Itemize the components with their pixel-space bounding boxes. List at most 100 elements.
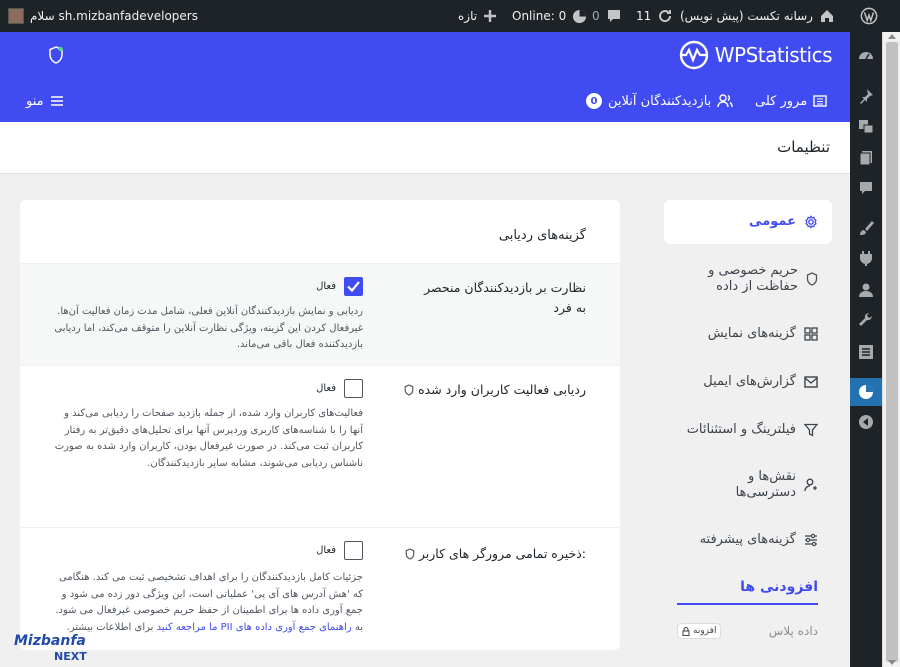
setting-row-user-tracking: ردیابی فعالیت کاربران وارد شده فعال فعال… bbox=[20, 365, 620, 493]
menu-tools[interactable] bbox=[850, 306, 882, 334]
menu-settings[interactable] bbox=[850, 338, 882, 366]
settings-sidenav: عمومی حریم خصوصی و حفاظت از داده گزینه‌ه… bbox=[664, 200, 832, 564]
home-icon bbox=[820, 10, 833, 22]
comments-link[interactable]: 0 bbox=[592, 0, 622, 32]
user-roles-icon bbox=[804, 478, 817, 492]
watermark-line1: Mizbanfa bbox=[14, 633, 86, 649]
site-name-link[interactable]: رسانه تکست (پیش نویس) bbox=[680, 0, 835, 32]
comments-icon bbox=[860, 182, 872, 194]
page-scrollbar[interactable] bbox=[882, 32, 900, 667]
menu-media[interactable] bbox=[850, 112, 882, 140]
sliders-icon bbox=[805, 533, 817, 547]
shield-icon bbox=[404, 384, 414, 396]
menu-plugins[interactable] bbox=[850, 244, 882, 272]
comment-icon bbox=[607, 10, 620, 22]
wordpress-logo-button[interactable] bbox=[856, 0, 882, 32]
collapse-icon bbox=[859, 415, 873, 429]
plugin-icon bbox=[860, 251, 872, 266]
setting-description-online: ردیابی و نمایش بازدیدکنندگان آنلاین فعلی… bbox=[54, 306, 363, 350]
site-name: رسانه تکست (پیش نویس) bbox=[680, 9, 813, 23]
page-title-bar: تنظیمات bbox=[0, 122, 850, 174]
updates-count: 11 bbox=[636, 9, 652, 23]
sidenav-item-display[interactable]: گزینه‌های نمایش bbox=[664, 310, 832, 358]
online-visitors-badge: 0 bbox=[586, 93, 602, 109]
new-content-link[interactable]: تازه bbox=[458, 0, 497, 32]
tracking-options-card: گزینه‌های ردیابی نظارت بر بازدیدکنندگان … bbox=[20, 200, 620, 650]
card-title: گزینه‌های ردیابی bbox=[498, 228, 586, 243]
shield-icon bbox=[806, 272, 818, 286]
sidenav-item-advanced[interactable]: گزینه‌های پیشرفته bbox=[664, 516, 832, 564]
sidenav-item-filtering[interactable]: فیلترینگ و استثنائات bbox=[664, 406, 832, 454]
checkbox-box[interactable] bbox=[344, 277, 363, 296]
pii-guide-link[interactable]: راهنمای جمع آوری داده های PII ما مراجعه … bbox=[157, 622, 352, 633]
checkbox-label: فعال bbox=[316, 281, 336, 292]
admin-menu bbox=[844, 32, 882, 667]
checkbox-label: فعال bbox=[316, 545, 336, 556]
scroll-thumb[interactable] bbox=[886, 42, 898, 662]
updates-icon bbox=[659, 10, 672, 23]
menu-posts[interactable] bbox=[850, 82, 882, 110]
sidenav-label-display: گزینه‌های نمایش bbox=[707, 326, 796, 341]
sidenav-item-roles[interactable]: نقش‌ها و دسترسی‌ها bbox=[664, 454, 832, 516]
mail-icon bbox=[804, 376, 818, 388]
updates-link[interactable]: 11 bbox=[636, 0, 673, 32]
sidenav-label-privacy: حریم خصوصی و حفاظت از داده bbox=[708, 263, 798, 294]
privacy-shield-button[interactable] bbox=[48, 46, 64, 67]
sidenav-item-general[interactable]: عمومی bbox=[664, 200, 832, 244]
setting-label-online-text: نظارت بر بازدیدکنندگان منحصر به فرد bbox=[424, 280, 586, 315]
sidenav-item-privacy[interactable]: حریم خصوصی و حفاظت از داده bbox=[664, 248, 832, 310]
admin-bar: رسانه تکست (پیش نویس) 11 0 Online: 0 تاز… bbox=[0, 0, 900, 32]
setting-label-user: ردیابی فعالیت کاربران وارد شده bbox=[386, 380, 586, 400]
nav-online-visitors[interactable]: 0 بازدیدکنندگان آنلاین bbox=[586, 90, 733, 112]
mizbanfa-watermark-logo: Mizbanfa NEXT bbox=[14, 633, 87, 662]
wp-statistics-logo[interactable]: WPStatistics bbox=[679, 40, 833, 70]
sidenav-item-email[interactable]: گزارش‌های ایمیل bbox=[664, 358, 832, 406]
comments-count: 0 bbox=[592, 9, 600, 23]
setting-row-online-monitoring: نظارت بر بازدیدکنندگان منحصر به فرد فعال… bbox=[20, 263, 620, 365]
settings-grid-icon bbox=[859, 345, 873, 359]
menu-dashboard[interactable] bbox=[850, 42, 882, 70]
plus-icon bbox=[484, 10, 497, 22]
online-label: Online: 0 bbox=[512, 9, 567, 23]
scroll-down-arrow[interactable] bbox=[888, 660, 896, 665]
checkbox-store-useragent[interactable]: فعال bbox=[316, 541, 363, 560]
sidenav-label-general: عمومی bbox=[749, 214, 796, 229]
online-stats-link[interactable]: Online: 0 bbox=[512, 0, 587, 32]
menu-users[interactable] bbox=[850, 276, 882, 304]
checkmark-icon bbox=[347, 281, 360, 292]
my-account-link[interactable]: سلام sh.mizbanfadevelopers bbox=[8, 0, 198, 32]
media-icon bbox=[859, 120, 874, 134]
pie-chart-icon bbox=[573, 9, 587, 23]
watermark-line2: NEXT bbox=[54, 650, 87, 662]
menu-wp-statistics[interactable] bbox=[844, 378, 882, 406]
pie-chart-icon bbox=[859, 385, 873, 399]
shield-icon bbox=[405, 548, 415, 560]
addons-title[interactable]: افزودنی ها bbox=[677, 569, 818, 605]
addon-badge-label: افزونه bbox=[693, 626, 717, 636]
menu-pages[interactable] bbox=[850, 144, 882, 172]
addon-item-data-plus[interactable]: افزونه داده پلاس bbox=[677, 618, 818, 644]
menu-appearance[interactable] bbox=[850, 214, 882, 242]
nav-overview-label: مرور کلی bbox=[755, 93, 808, 109]
checkbox-box[interactable] bbox=[344, 379, 363, 398]
greeting: سلام sh.mizbanfadevelopers bbox=[30, 9, 198, 23]
setting-description-user: فعالیت‌های کاربران وارد شده، از جمله باز… bbox=[54, 408, 363, 469]
setting-label-useragent: ذخیره تمامی مرورگر های کاربر: bbox=[386, 544, 586, 564]
page-title: تنظیمات bbox=[777, 138, 830, 156]
checkbox-user-tracking[interactable]: فعال bbox=[316, 379, 363, 398]
sidenav-label-email: گزارش‌های ایمیل bbox=[703, 374, 796, 389]
dashboard-icon bbox=[859, 52, 873, 60]
avatar bbox=[8, 8, 24, 24]
menu-comments[interactable] bbox=[850, 174, 882, 202]
pages-icon bbox=[859, 151, 872, 166]
scroll-up-arrow[interactable] bbox=[888, 34, 896, 39]
nav-overview[interactable]: مرور کلی bbox=[755, 90, 827, 112]
wordpress-icon bbox=[860, 7, 878, 25]
menu-toggle-button[interactable]: منو bbox=[26, 90, 64, 112]
checkbox-box[interactable] bbox=[344, 541, 363, 560]
menu-collapse[interactable] bbox=[850, 408, 882, 436]
checkbox-label: فعال bbox=[316, 383, 336, 394]
checkbox-online-monitoring[interactable]: فعال bbox=[316, 277, 363, 296]
grid-icon bbox=[804, 327, 818, 341]
setting-label-useragent-text: ذخیره تمامی مرورگر های کاربر: bbox=[418, 546, 586, 561]
